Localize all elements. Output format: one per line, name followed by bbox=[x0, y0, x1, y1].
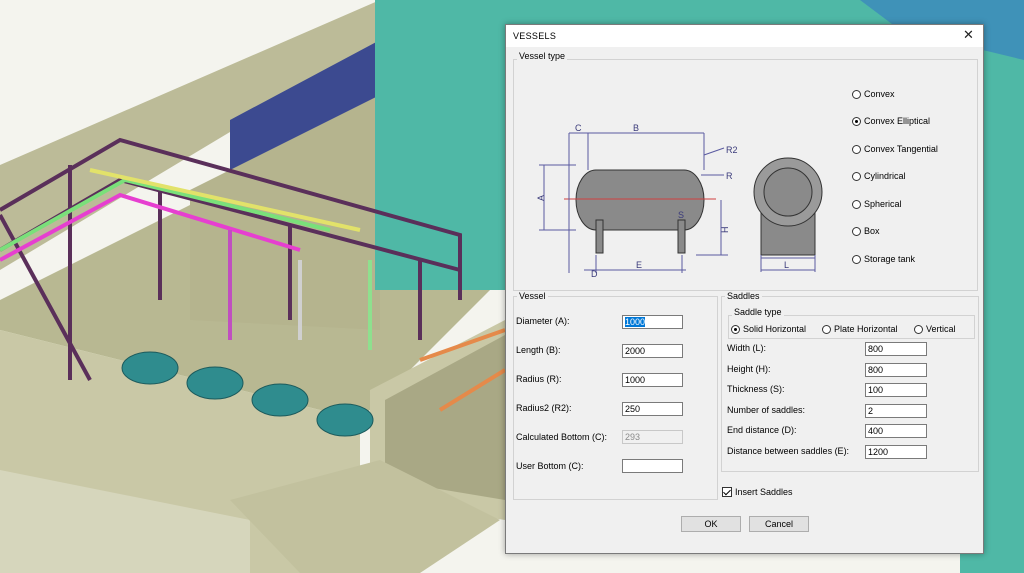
calculated-bottom-input: 293 bbox=[622, 430, 683, 444]
calculated-bottom-label: Calculated Bottom (C): bbox=[516, 432, 608, 442]
radius2-input[interactable]: 250 bbox=[622, 402, 683, 416]
saddle-type-plate-horizontal-radio[interactable]: Plate Horizontal bbox=[822, 323, 898, 335]
saddle-type-label: Saddle type bbox=[732, 307, 784, 318]
distance-between-saddles-input[interactable]: 1200 bbox=[865, 445, 927, 459]
radio-circle bbox=[914, 324, 923, 334]
end-view-drawing: L bbox=[753, 157, 823, 272]
vessel-type-option-label: Convex bbox=[864, 89, 895, 99]
user-bottom-label: User Bottom (C): bbox=[516, 461, 584, 471]
dialog-title: VESSELS bbox=[513, 31, 557, 41]
vessel-type-label: Vessel type bbox=[517, 51, 568, 62]
dim-label-a: A bbox=[536, 195, 546, 201]
radio-circle bbox=[731, 324, 740, 334]
saddle-type-option-label: Plate Horizontal bbox=[834, 324, 898, 334]
radio-circle bbox=[822, 324, 831, 334]
vessel-type-convex-radio[interactable]: Convex bbox=[852, 88, 895, 100]
dim-label-c: C bbox=[575, 123, 582, 133]
radio-circle bbox=[852, 171, 861, 181]
vessels-dialog: VESSELS ✕ Vessel type C B R2 R A S H D E… bbox=[505, 24, 984, 554]
user-bottom-input[interactable] bbox=[622, 459, 683, 473]
vessel-type-option-label: Storage tank bbox=[864, 254, 916, 264]
radio-circle bbox=[852, 116, 861, 126]
saddle-height-label: Height (H): bbox=[727, 364, 771, 374]
radio-circle bbox=[852, 254, 861, 264]
saddle-thickness-label: Thickness (S): bbox=[727, 384, 785, 394]
dim-label-r2: R2 bbox=[726, 145, 738, 155]
diameter-value: 1000 bbox=[625, 317, 646, 327]
length-label: Length (B): bbox=[516, 345, 561, 355]
dim-label-h: H bbox=[720, 227, 730, 234]
radius2-label: Radius2 (R2): bbox=[516, 403, 572, 413]
vessel-type-option-label: Convex Elliptical bbox=[864, 116, 931, 126]
saddle-type-solid-horizontal-radio[interactable]: Solid Horizontal bbox=[731, 323, 806, 335]
diameter-label: Diameter (A): bbox=[516, 316, 570, 326]
radio-circle bbox=[852, 144, 861, 154]
saddle-width-input[interactable]: 800 bbox=[865, 342, 927, 356]
cancel-button[interactable]: Cancel bbox=[749, 516, 809, 532]
end-distance-label: End distance (D): bbox=[727, 425, 797, 435]
vessel-type-option-label: Cylindrical bbox=[864, 171, 906, 181]
dialog-titlebar: VESSELS ✕ bbox=[506, 25, 983, 47]
dim-label-r: R bbox=[726, 171, 733, 181]
vessel-type-option-label: Spherical bbox=[864, 199, 902, 209]
saddle-thickness-input[interactable]: 100 bbox=[865, 383, 927, 397]
radio-circle bbox=[852, 199, 861, 209]
saddle-type-option-label: Vertical bbox=[926, 324, 956, 334]
length-input[interactable]: 2000 bbox=[622, 344, 683, 358]
vessel-type-option-label: Box bbox=[864, 226, 880, 236]
saddles-group-label: Saddles bbox=[725, 291, 762, 302]
radio-circle bbox=[852, 89, 861, 99]
insert-saddles-checkbox[interactable] bbox=[722, 487, 732, 497]
vessel-group-label: Vessel bbox=[517, 291, 548, 302]
number-of-saddles-label: Number of saddles: bbox=[727, 405, 806, 415]
ok-button[interactable]: OK bbox=[681, 516, 741, 532]
vessel-type-storage-tank-radio[interactable]: Storage tank bbox=[852, 253, 915, 265]
horizontal-vessel-drawing: C B R2 R A S H D E bbox=[536, 123, 738, 279]
dim-label-d: D bbox=[591, 269, 598, 279]
diameter-input[interactable]: 1000 bbox=[622, 315, 683, 329]
radio-circle bbox=[852, 226, 861, 236]
vessel-type-spherical-radio[interactable]: Spherical bbox=[852, 198, 902, 210]
close-icon[interactable]: ✕ bbox=[963, 28, 974, 42]
vessel-type-convex-elliptical-radio[interactable]: Convex Elliptical bbox=[852, 115, 930, 127]
vessel-type-cylindrical-radio[interactable]: Cylindrical bbox=[852, 170, 906, 182]
end-distance-input[interactable]: 400 bbox=[865, 424, 927, 438]
distance-between-saddles-label: Distance between saddles (E): bbox=[727, 446, 850, 456]
saddle-width-label: Width (L): bbox=[727, 343, 767, 353]
vessel-type-option-label: Convex Tangential bbox=[864, 144, 938, 154]
dim-label-s: S bbox=[678, 210, 684, 220]
radius-label: Radius (R): bbox=[516, 374, 562, 384]
number-of-saddles-input[interactable]: 2 bbox=[865, 404, 927, 418]
saddle-type-option-label: Solid Horizontal bbox=[743, 324, 807, 334]
saddle-type-vertical-radio[interactable]: Vertical bbox=[914, 323, 956, 335]
dim-label-l: L bbox=[784, 260, 789, 270]
vessel-type-convex-tangential-radio[interactable]: Convex Tangential bbox=[852, 143, 938, 155]
vessel-type-box-radio[interactable]: Box bbox=[852, 225, 880, 237]
vessel-diagram: C B R2 R A S H D E L bbox=[536, 123, 823, 279]
insert-saddles-label: Insert Saddles bbox=[735, 487, 793, 497]
dim-label-b: B bbox=[633, 123, 639, 133]
saddle-height-input[interactable]: 800 bbox=[865, 363, 927, 377]
dim-label-e: E bbox=[636, 260, 642, 270]
radius-input[interactable]: 1000 bbox=[622, 373, 683, 387]
